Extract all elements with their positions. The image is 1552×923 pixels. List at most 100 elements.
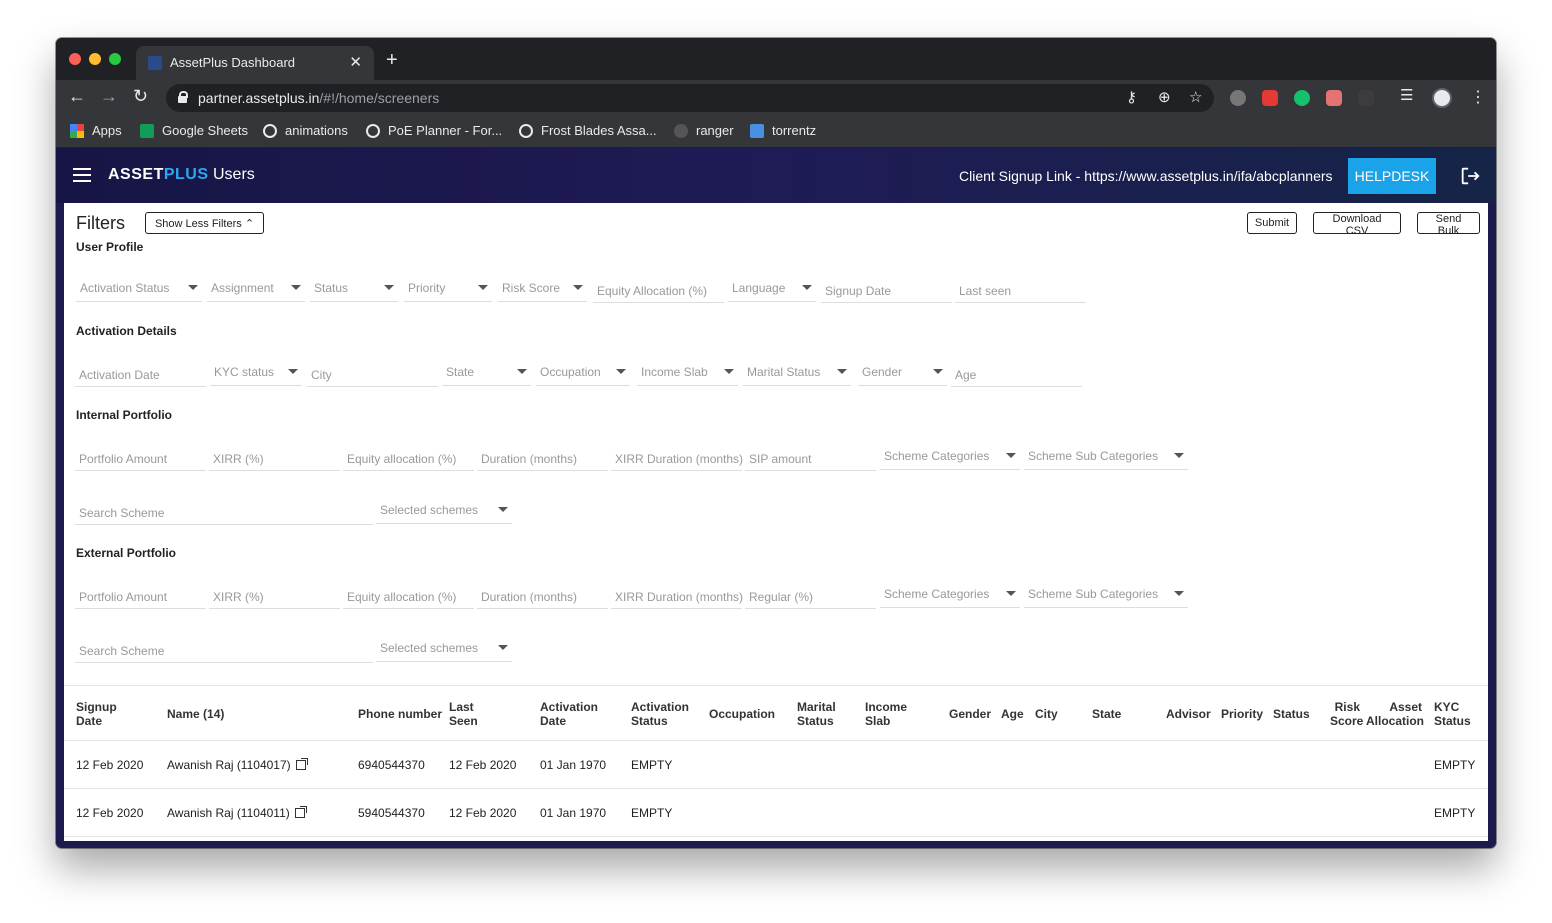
bookmark-poe-planner[interactable]: PoE Planner - For... bbox=[366, 123, 502, 138]
table-row[interactable]: 12 Feb 2020 Awanish Raj (1104017) 694054… bbox=[64, 741, 1488, 789]
col-priority[interactable]: Priority bbox=[1221, 707, 1263, 721]
city-field[interactable]: City bbox=[307, 363, 438, 387]
submit-button[interactable]: Submit bbox=[1247, 212, 1297, 234]
grammarly-icon[interactable] bbox=[1294, 90, 1310, 106]
helpdesk-button[interactable]: HELPDESK bbox=[1348, 158, 1436, 194]
bookmark-animations[interactable]: animations bbox=[263, 123, 348, 138]
activation-date-field[interactable]: Activation Date bbox=[75, 363, 206, 387]
external-scheme-sub-categories-select[interactable]: Scheme Sub Categories bbox=[1024, 584, 1188, 608]
maximize-window-button[interactable] bbox=[109, 53, 121, 65]
internal-portfolio-amount-field[interactable]: Portfolio Amount bbox=[75, 447, 206, 471]
priority-select[interactable]: Priority bbox=[404, 278, 492, 302]
internal-selected-schemes-select[interactable]: Selected schemes bbox=[376, 500, 512, 524]
col-marital-status[interactable]: Marital Status bbox=[797, 700, 836, 728]
col-risk-score[interactable]: Risk Score bbox=[1330, 700, 1363, 728]
bookmark-frost-blades[interactable]: Frost Blades Assa... bbox=[519, 123, 657, 138]
external-scheme-categories-select[interactable]: Scheme Categories bbox=[880, 584, 1020, 608]
col-income-slab[interactable]: Income Slab bbox=[865, 700, 907, 728]
media-queue-icon[interactable]: ☰ bbox=[1400, 86, 1413, 104]
add-icon[interactable]: ⊕ bbox=[1158, 88, 1171, 106]
cell-name[interactable]: Awanish Raj (1104017) bbox=[167, 758, 308, 772]
equity-allocation-field[interactable]: Equity Allocation (%) bbox=[593, 279, 724, 303]
internal-sip-amount-field[interactable]: SIP amount bbox=[745, 447, 876, 471]
external-link-icon[interactable] bbox=[294, 806, 307, 818]
bookmark-apps[interactable]: Apps bbox=[70, 123, 122, 138]
col-asset-allocation[interactable]: Asset Allocation bbox=[1366, 700, 1424, 728]
internal-duration-field[interactable]: Duration (months) bbox=[477, 447, 608, 471]
internal-equity-allocation-field[interactable]: Equity allocation (%) bbox=[343, 447, 474, 471]
external-search-scheme-input[interactable]: Search Scheme bbox=[75, 639, 373, 663]
internal-xirr-duration-field[interactable]: XIRR Duration (months) bbox=[611, 447, 743, 471]
col-name[interactable]: Name (14) bbox=[167, 707, 224, 721]
table-row[interactable]: 12 Feb 2020 Awanish Raj (1104011) 594054… bbox=[64, 789, 1488, 837]
assignment-select[interactable]: Assignment bbox=[207, 278, 305, 302]
address-bar[interactable]: partner.assetplus.in/#!/home/screeners ⚷… bbox=[166, 84, 1214, 112]
col-advisor[interactable]: Advisor bbox=[1166, 707, 1211, 721]
status-select[interactable]: Status bbox=[310, 278, 398, 302]
send-bulk-button[interactable]: Send Bulk bbox=[1417, 212, 1480, 237]
internal-search-scheme-input[interactable]: Search Scheme bbox=[75, 501, 373, 525]
signup-date-field[interactable]: Signup Date bbox=[821, 279, 952, 303]
internal-scheme-categories-select[interactable]: Scheme Categories bbox=[880, 446, 1020, 470]
col-state[interactable]: State bbox=[1092, 707, 1121, 721]
external-regular-field[interactable]: Regular (%) bbox=[745, 585, 876, 609]
browser-menu-icon[interactable]: ⋮ bbox=[1470, 87, 1486, 107]
bookmark-google-sheets[interactable]: Google Sheets bbox=[140, 123, 248, 138]
col-city[interactable]: City bbox=[1035, 707, 1058, 721]
new-tab-icon[interactable]: + bbox=[386, 49, 398, 72]
menu-icon[interactable] bbox=[73, 168, 91, 182]
client-signup-link[interactable]: Client Signup Link - https://www.assetpl… bbox=[959, 168, 1333, 184]
cell-name[interactable]: Awanish Raj (1104011) bbox=[167, 806, 307, 820]
external-link-icon[interactable] bbox=[295, 758, 308, 770]
gender-select[interactable]: Gender bbox=[858, 362, 947, 386]
browser-tab[interactable]: AssetPlus Dashboard ✕ bbox=[136, 46, 374, 80]
back-icon[interactable]: ← bbox=[68, 86, 86, 107]
dropdown-caret-icon bbox=[478, 285, 488, 290]
income-slab-select[interactable]: Income Slab bbox=[637, 362, 738, 386]
extension-shield-icon[interactable] bbox=[1326, 90, 1342, 106]
internal-scheme-sub-categories-select[interactable]: Scheme Sub Categories bbox=[1024, 446, 1188, 470]
logout-icon[interactable] bbox=[1459, 165, 1481, 187]
kyc-status-select[interactable]: KYC status bbox=[210, 362, 302, 386]
minimize-window-button[interactable] bbox=[89, 53, 101, 65]
extension-red-icon[interactable] bbox=[1262, 90, 1278, 106]
col-activation-status[interactable]: Activation Status bbox=[631, 700, 689, 728]
risk-score-select[interactable]: Risk Score bbox=[498, 278, 587, 302]
close-tab-icon[interactable]: ✕ bbox=[349, 53, 362, 71]
key-icon[interactable]: ⚷ bbox=[1126, 88, 1137, 106]
col-age[interactable]: Age bbox=[1001, 707, 1024, 721]
col-status[interactable]: Status bbox=[1273, 707, 1310, 721]
col-signup-date[interactable]: Signup Date bbox=[76, 700, 117, 728]
forward-icon[interactable]: → bbox=[100, 86, 118, 107]
bookmark-star-icon[interactable]: ☆ bbox=[1189, 88, 1202, 106]
external-duration-field[interactable]: Duration (months) bbox=[477, 585, 608, 609]
download-csv-button[interactable]: Download CSV bbox=[1313, 212, 1401, 237]
col-last-seen[interactable]: Last Seen bbox=[449, 700, 478, 728]
language-select[interactable]: Language bbox=[728, 278, 816, 302]
external-selected-schemes-select[interactable]: Selected schemes bbox=[376, 638, 512, 662]
last-seen-field[interactable]: Last seen bbox=[955, 279, 1086, 303]
col-gender[interactable]: Gender bbox=[949, 707, 991, 721]
external-xirr-duration-field[interactable]: XIRR Duration (months) bbox=[611, 585, 743, 609]
show-less-filters-button[interactable]: Show Less Filters ⌃ bbox=[145, 212, 264, 234]
external-portfolio-amount-field[interactable]: Portfolio Amount bbox=[75, 585, 206, 609]
external-equity-allocation-field[interactable]: Equity allocation (%) bbox=[343, 585, 474, 609]
reload-icon[interactable]: ↻ bbox=[133, 86, 148, 107]
state-select[interactable]: State bbox=[442, 362, 531, 386]
external-xirr-field[interactable]: XIRR (%) bbox=[209, 585, 340, 609]
bookmark-ranger[interactable]: ranger bbox=[674, 123, 734, 138]
marital-status-select[interactable]: Marital Status bbox=[743, 362, 851, 386]
activation-status-select[interactable]: Activation Status bbox=[76, 278, 202, 302]
extension-cloud-icon[interactable] bbox=[1230, 90, 1246, 106]
col-activation-date[interactable]: Activation Date bbox=[540, 700, 598, 728]
col-occupation[interactable]: Occupation bbox=[709, 707, 775, 721]
close-window-button[interactable] bbox=[69, 53, 81, 65]
internal-xirr-field[interactable]: XIRR (%) bbox=[209, 447, 340, 471]
col-kyc-status[interactable]: KYC Status bbox=[1434, 700, 1471, 728]
extension-dark-icon[interactable] bbox=[1358, 90, 1374, 106]
bookmark-torrentz[interactable]: torrentz bbox=[750, 123, 816, 138]
col-phone-number[interactable]: Phone number bbox=[358, 707, 442, 721]
profile-avatar[interactable] bbox=[1432, 88, 1452, 108]
age-field[interactable]: Age bbox=[951, 363, 1082, 387]
occupation-select[interactable]: Occupation bbox=[536, 362, 630, 386]
